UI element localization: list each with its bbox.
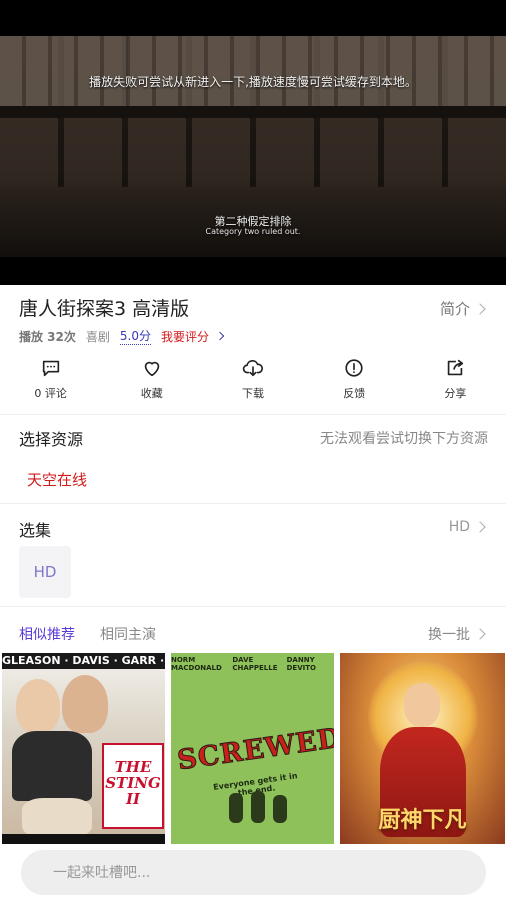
refresh-label: 换一批: [428, 627, 470, 643]
feedback-button[interactable]: 反馈: [304, 357, 405, 407]
video-title: 唐人街探案3 高清版: [19, 298, 190, 320]
refresh-button[interactable]: 换一批: [428, 624, 486, 644]
intro-label: 简介: [439, 300, 470, 318]
chevron-right-icon: [215, 331, 225, 341]
intro-link[interactable]: 简介: [439, 298, 486, 319]
alert-icon: [345, 359, 363, 377]
share-icon: [448, 359, 464, 376]
comment-count-label: 0 评论: [34, 387, 67, 400]
poster-card[interactable]: GLEASON · DAVIS · GARR · MALDEN · REED T…: [2, 653, 165, 844]
video-player[interactable]: 播放失败可尝试从新进入一下,播放速度慢可尝试缓存到本地。 第二种假定排除 Cat…: [0, 0, 506, 285]
subtitle-english: Category two ruled out.: [205, 227, 301, 236]
chevron-right-icon: [474, 521, 486, 533]
favorite-button[interactable]: 收藏: [101, 357, 202, 407]
heart-icon: [144, 361, 160, 377]
poster-figure: [12, 731, 92, 801]
divider: [0, 503, 506, 504]
cloud-download-icon: [242, 359, 263, 377]
poster-title-box: THE STING II: [102, 743, 164, 829]
poster-title: SCREWED: [175, 722, 334, 777]
poster-figure: [273, 795, 287, 823]
source-hint: 无法观看尝试切换下方资源: [320, 431, 488, 447]
poster-cast-name: DANNY DEVITO: [286, 656, 316, 672]
chevron-right-icon: [474, 302, 486, 315]
poster-figure: [22, 798, 92, 838]
chevron-right-icon: [474, 628, 486, 640]
poster-cast-name: NORM MACDONALD: [171, 656, 222, 672]
episodes-section-title: 选集: [19, 521, 52, 540]
source-option-selected[interactable]: 天空在线: [27, 469, 87, 490]
comment-icon: [42, 360, 59, 377]
poster-title: 厨神下凡: [378, 807, 467, 833]
score-value: 5.0分: [119, 329, 151, 345]
rate-label: 我要评分: [161, 329, 210, 344]
poster-title: THE STING II: [105, 758, 161, 808]
download-label: 下载: [242, 387, 264, 400]
download-button[interactable]: 下载: [202, 357, 303, 407]
tab-similar[interactable]: 相似推荐: [19, 624, 75, 644]
poster-figure: [251, 791, 265, 823]
feedback-label: 反馈: [343, 387, 366, 400]
tab-same-cast[interactable]: 相同主演: [100, 624, 156, 644]
divider: [0, 606, 506, 607]
comment-bar: [0, 844, 506, 900]
comment-button[interactable]: 0 评论: [0, 357, 101, 407]
poster-figure: [62, 675, 108, 733]
poster-figure: [16, 679, 60, 733]
genre-label: 喜剧: [85, 329, 110, 344]
comment-input[interactable]: [21, 850, 486, 895]
favorite-label: 收藏: [140, 387, 163, 400]
poster-cast: NORM MACDONALD DAVE CHAPPELLE DANNY DEVI…: [171, 656, 334, 672]
divider: [0, 414, 506, 415]
poster-figure: [229, 793, 243, 823]
poster-band: [2, 834, 165, 844]
poster-cast-name: DAVE CHAPPELLE: [232, 656, 278, 672]
episodes-quality-label: HD: [448, 519, 470, 535]
action-bar: 0 评论 收藏 下载 反馈 分享: [0, 357, 506, 407]
rate-button[interactable]: 我要评分: [161, 328, 225, 345]
poster-cast: GLEASON · DAVIS · GARR · MALDEN · REED: [2, 653, 165, 669]
poster-face: [404, 683, 440, 727]
source-section-title: 选择资源: [19, 430, 84, 449]
share-button[interactable]: 分享: [405, 357, 506, 407]
poster-card[interactable]: 厨神下凡: [340, 653, 505, 844]
poster-card[interactable]: NORM MACDONALD DAVE CHAPPELLE DANNY DEVI…: [171, 653, 334, 844]
player-tip-text: 播放失败可尝试从新进入一下,播放速度慢可尝试缓存到本地。: [89, 75, 417, 89]
share-label: 分享: [444, 387, 467, 400]
episodes-quality-link[interactable]: HD: [448, 519, 486, 535]
video-meta: 播放 32次 喜剧 5.0分 我要评分: [19, 327, 225, 345]
episode-tile[interactable]: HD: [19, 546, 71, 598]
play-count: 播放 32次: [19, 329, 76, 344]
